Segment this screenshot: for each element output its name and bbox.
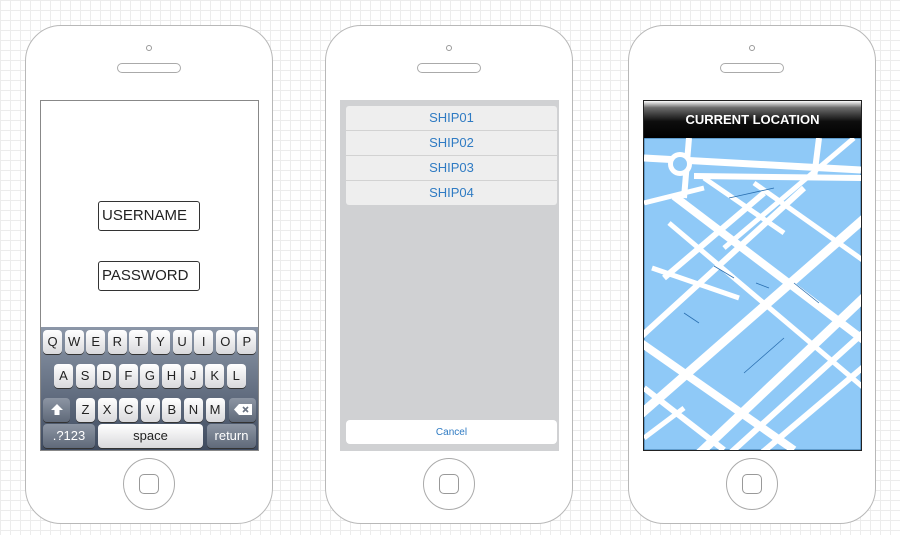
key-o[interactable]: O — [215, 330, 235, 354]
map-header-title: CURRENT LOCATION — [644, 101, 861, 138]
front-camera — [749, 45, 755, 51]
front-camera — [446, 45, 452, 51]
username-field[interactable]: USERNAME — [98, 201, 200, 231]
home-square-icon — [742, 474, 762, 494]
cancel-button[interactable]: Cancel — [346, 420, 557, 444]
key-l[interactable]: L — [226, 364, 246, 388]
key-q[interactable]: Q — [43, 330, 62, 354]
key-s[interactable]: S — [75, 364, 95, 388]
key-r[interactable]: R — [107, 330, 127, 354]
home-button[interactable] — [423, 458, 475, 510]
shift-key[interactable] — [43, 398, 70, 422]
key-v[interactable]: V — [140, 398, 160, 422]
return-key[interactable]: return — [207, 424, 256, 448]
ship-option-03[interactable]: SHIP03 — [346, 156, 557, 181]
ship-picker-screen: SHIP01 SHIP02 SHIP03 SHIP04 Cancel — [340, 100, 559, 451]
earpiece-speaker — [417, 63, 481, 73]
key-c[interactable]: C — [119, 398, 139, 422]
home-square-icon — [439, 474, 459, 494]
numbers-key[interactable]: .?123 — [43, 424, 95, 448]
key-e[interactable]: E — [86, 330, 106, 354]
map-screen: CURRENT LOCATION — [643, 100, 862, 451]
earpiece-speaker — [117, 63, 181, 73]
on-screen-keyboard: .?123 space return QWERTYUIOP ASDFGHJKL ZX… — [41, 327, 258, 450]
key-k[interactable]: K — [205, 364, 225, 388]
key-h[interactable]: H — [162, 364, 181, 388]
ship-option-01[interactable]: SHIP01 — [346, 106, 557, 131]
password-field[interactable]: PASSWORD — [98, 261, 200, 291]
phone-mockup-login: USERNAME PASSWORD .?123 space return QWE… — [25, 25, 273, 524]
phone-mockup-picker: SHIP01 SHIP02 SHIP03 SHIP04 Cancel — [325, 25, 573, 524]
key-n[interactable]: N — [184, 398, 203, 422]
key-d[interactable]: D — [97, 364, 117, 388]
key-x[interactable]: X — [97, 398, 117, 422]
key-b[interactable]: B — [162, 398, 182, 422]
front-camera — [146, 45, 152, 51]
phone-mockup-map: CURRENT LOCATION — [628, 25, 876, 524]
shift-arrow-icon — [50, 404, 63, 415]
key-z[interactable]: Z — [76, 398, 95, 422]
key-u[interactable]: U — [172, 330, 192, 354]
ship-option-02[interactable]: SHIP02 — [346, 131, 557, 156]
login-screen: USERNAME PASSWORD .?123 space return QWE… — [40, 100, 259, 451]
city-map[interactable] — [644, 138, 861, 450]
key-i[interactable]: I — [194, 330, 214, 354]
home-button[interactable] — [123, 458, 175, 510]
key-w[interactable]: W — [64, 330, 84, 354]
key-j[interactable]: J — [183, 364, 203, 388]
delete-key[interactable] — [229, 398, 256, 422]
home-square-icon — [139, 474, 159, 494]
key-y[interactable]: Y — [151, 330, 170, 354]
ship-list: SHIP01 SHIP02 SHIP03 SHIP04 — [346, 106, 557, 205]
key-p[interactable]: P — [237, 330, 257, 354]
key-m[interactable]: M — [205, 398, 225, 422]
earpiece-speaker — [720, 63, 784, 73]
backspace-icon — [233, 404, 252, 415]
space-key[interactable]: space — [98, 424, 203, 448]
key-f[interactable]: F — [118, 364, 138, 388]
key-g[interactable]: G — [140, 364, 160, 388]
ship-option-04[interactable]: SHIP04 — [346, 181, 557, 205]
key-t[interactable]: T — [129, 330, 149, 354]
key-a[interactable]: A — [54, 364, 73, 388]
home-button[interactable] — [726, 458, 778, 510]
